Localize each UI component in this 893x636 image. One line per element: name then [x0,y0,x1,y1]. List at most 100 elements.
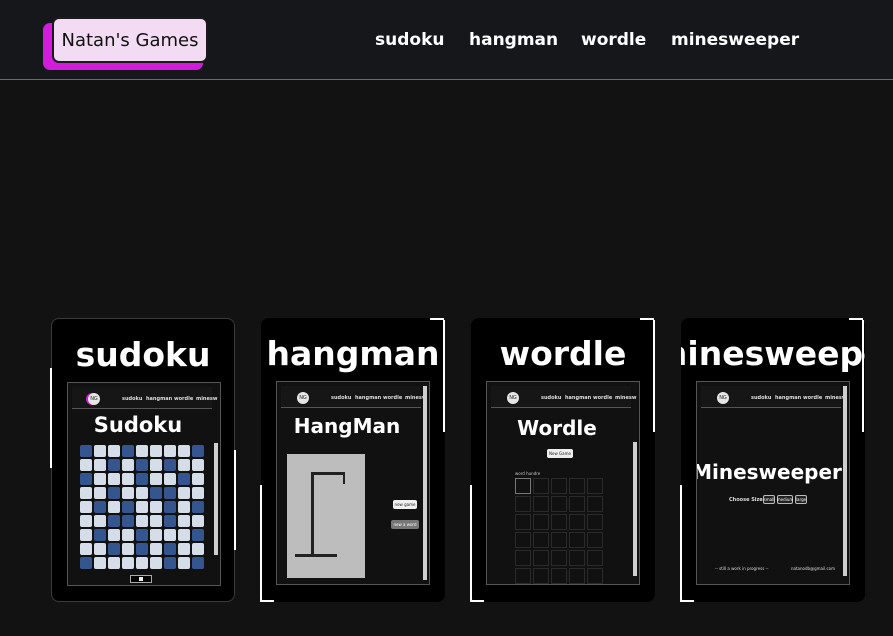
sudoku-cell [178,473,190,485]
sudoku-cell [150,459,162,471]
wordle-cell [515,478,531,494]
wordle-cell [569,478,585,494]
sudoku-cell [108,459,120,471]
sudoku-cell [122,501,134,513]
card-accent-line [430,318,444,320]
card-accent-line [680,600,694,602]
minesweeper-preview-screenshot: NG sudoku hangman wordle minesw Mineswee… [696,381,850,585]
nav-link-minesweeper[interactable]: minesweeper [671,30,799,50]
sudoku-cell [150,445,162,457]
sudoku-cell [80,529,92,541]
game-card-sudoku[interactable]: sudoku NG sudoku hangman wordle minesw S… [51,318,235,602]
sudoku-cell [178,501,190,513]
preview-logo: NG [507,392,519,404]
sudoku-cell [192,529,204,541]
preview-footer-text: -- still a work in progress -- [715,566,769,571]
wordle-cell [515,532,531,548]
wordle-cell [569,550,585,566]
preview-scrollbar [843,386,847,576]
nav-link-hangman[interactable]: hangman [469,30,558,50]
sudoku-cell [122,459,134,471]
sudoku-cell [108,473,120,485]
sudoku-cell [108,529,120,541]
preview-navbar: NG sudoku hangman wordle minesw [491,386,636,408]
wordle-cell [551,568,567,584]
card-title: minesweeper [681,334,865,373]
sudoku-cell [108,501,120,513]
wordle-cell [551,532,567,548]
sudoku-cell [122,473,134,485]
preview-label: Choose Size: [729,497,765,503]
nav-link-wordle[interactable]: wordle [581,30,646,50]
preview-nav-link: wordle [174,396,194,402]
sudoku-cell [178,445,190,457]
wordle-cell [533,478,549,494]
hangman-preview-screenshot: NG sudoku hangman wordle minesw HangMan … [276,381,430,585]
preview-logo: NG [88,393,100,405]
preview-nav-link: minesw [196,396,218,402]
game-card-wordle[interactable]: wordle NG sudoku hangman wordle minesw W… [471,318,655,602]
card-accent-line [234,450,236,550]
preview-scrollbar [423,386,427,580]
sudoku-cell [164,543,176,555]
wordle-cell [569,532,585,548]
wordle-cell [587,514,603,530]
preview-nav-link: wordle [803,395,823,401]
sudoku-cell [122,529,134,541]
sudoku-cell [192,445,204,457]
sudoku-cell [122,543,134,555]
preview-heading: Wordle [517,416,597,440]
sudoku-cell [108,445,120,457]
preview-nav-link: hangman [565,395,592,401]
card-title: wordle [499,334,627,373]
wordle-cell [533,550,549,566]
sudoku-cell [164,501,176,513]
preview-nav-link: sudoku [122,396,143,402]
sudoku-cell [164,445,176,457]
sudoku-cell [150,487,162,499]
wordle-cell [533,514,549,530]
sudoku-cell [94,473,106,485]
preview-heading: HangMan [293,414,401,438]
card-accent-line [862,320,864,432]
sudoku-cell [108,515,120,527]
wordle-cell [533,568,549,584]
sudoku-cell [192,473,204,485]
sudoku-cell [80,557,92,569]
sudoku-cell [94,557,106,569]
preview-button: medium [776,495,794,504]
sudoku-cell [150,515,162,527]
preview-logo: NG [297,392,309,404]
preview-nav-link: hangman [355,395,382,401]
preview-button [130,575,152,583]
sudoku-cell [80,515,92,527]
sudoku-cell [94,501,106,513]
nav-link-sudoku[interactable]: sudoku [375,30,444,50]
card-accent-line [640,318,654,320]
sudoku-cell [136,515,148,527]
preview-button: New Game [547,449,573,458]
preview-nav-link: sudoku [541,395,562,401]
sudoku-cell [94,515,106,527]
game-card-hangman[interactable]: hangman NG sudoku hangman wordle minesw … [261,318,445,602]
sudoku-cell [122,557,134,569]
sudoku-cell [192,557,204,569]
sudoku-preview-screenshot: NG sudoku hangman wordle minesw Sudoku [67,382,221,586]
preview-button: large [795,495,807,504]
wordle-board [515,478,603,584]
sudoku-cell [80,459,92,471]
sudoku-cell [94,487,106,499]
sudoku-cell [136,487,148,499]
sudoku-cell [164,487,176,499]
card-accent-line [653,320,655,432]
site-logo-button[interactable]: Natan's Games [52,17,208,63]
gallows-drawing [287,454,365,578]
sudoku-cell [192,515,204,527]
preview-navbar: NG sudoku hangman wordle minesw [281,386,426,408]
sudoku-cell [122,487,134,499]
top-header: Natan's Games sudoku hangman wordle mine… [0,0,893,80]
game-card-minesweeper[interactable]: minesweeper NG sudoku hangman wordle min… [681,318,865,602]
wordle-cell [569,496,585,512]
wordle-preview-screenshot: NG sudoku hangman wordle minesw Wordle N… [486,381,640,585]
preview-label: word hundre [515,471,541,476]
